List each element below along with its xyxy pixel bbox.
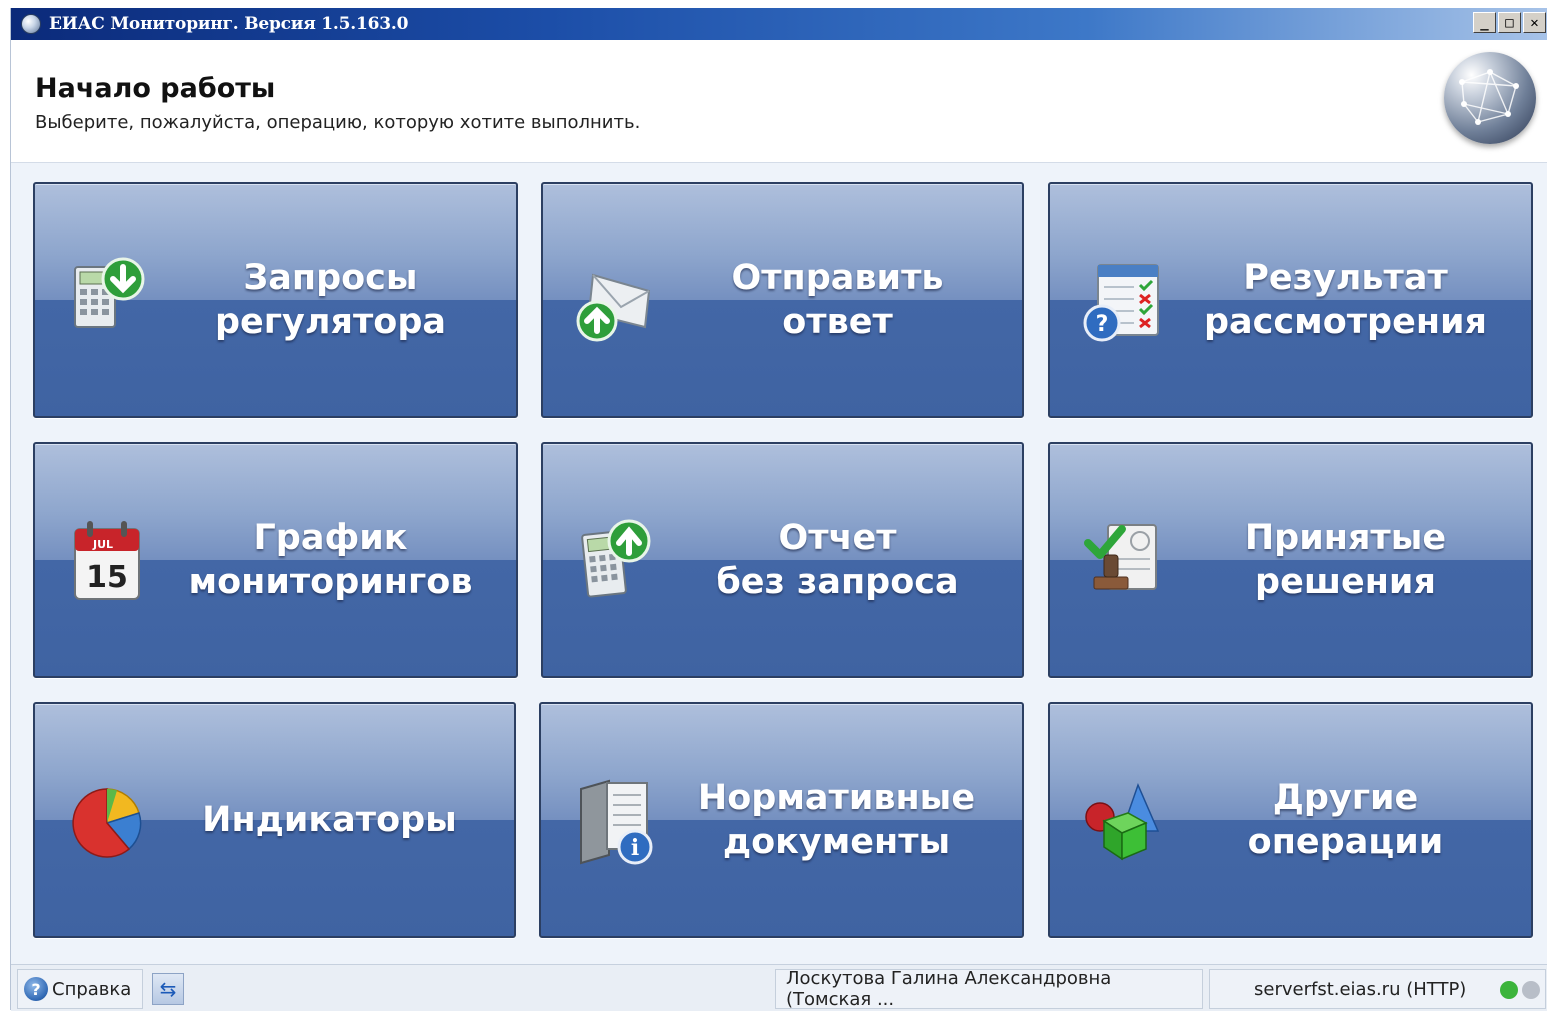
tile-label: Отчет без запроса <box>716 518 959 602</box>
tile-label: Принятые решения <box>1244 518 1447 602</box>
tile-regulatory-documents[interactable]: i Нормативные документы <box>539 702 1024 938</box>
calendar-month: JUL <box>92 538 113 551</box>
tile-monitoring-schedule[interactable]: JUL 15 График мониторингов <box>33 442 518 678</box>
tile-label: Нормативные документы <box>697 778 976 862</box>
tile-label: Отправить ответ <box>731 258 944 342</box>
page-title: Начало работы <box>35 73 276 104</box>
tile-send-response[interactable]: Отправить ответ <box>541 182 1024 418</box>
connection-status-green-icon <box>1500 981 1518 999</box>
svg-text:?: ? <box>1096 312 1109 337</box>
help-icon: ? <box>24 977 48 1001</box>
connection-status-grey-icon <box>1522 981 1540 999</box>
stamp-approved-icon <box>1082 515 1162 605</box>
user-name: Лоскутова Галина Александровна (Томская … <box>786 968 1112 1010</box>
app-globe-icon <box>21 14 41 34</box>
tile-label: Индикаторы <box>202 800 457 840</box>
pie-chart-icon <box>67 775 147 865</box>
minimize-button[interactable]: _ <box>1473 12 1496 33</box>
refresh-arrows-icon: ⇆ <box>159 977 177 1001</box>
main-window: ЕИАС Мониторинг. Версия 1.5.163.0 _ □ ✕ … <box>10 8 1547 1011</box>
window-title: ЕИАС Мониторинг. Версия 1.5.163.0 <box>49 14 409 34</box>
current-user: Лоскутова Галина Александровна (Томская … <box>775 968 1203 1010</box>
server-address: serverfst.eias.ru (HTTP) <box>1254 978 1467 1000</box>
window-controls: _ □ ✕ <box>1473 12 1546 33</box>
envelope-upload-icon <box>575 255 655 345</box>
page-header: Начало работы Выберите, пожалуйста, опер… <box>11 40 1547 163</box>
sync-cell: ⇆ <box>147 969 193 1009</box>
tile-label: Результат рассмотрения <box>1203 258 1488 342</box>
svg-text:i: i <box>631 835 639 861</box>
tile-other-operations[interactable]: Другие операции <box>1048 702 1533 938</box>
checklist-question-icon: ? <box>1082 255 1162 345</box>
close-button[interactable]: ✕ <box>1523 12 1546 33</box>
tile-label: Другие операции <box>1247 778 1444 862</box>
tile-indicators[interactable]: Индикаторы <box>33 702 516 938</box>
help-button[interactable]: ? Справка <box>17 969 143 1009</box>
shapes-icon <box>1082 775 1162 865</box>
tile-label: Запросы регулятора <box>214 258 446 342</box>
sync-button[interactable]: ⇆ <box>152 973 184 1005</box>
status-bar: ? Справка ⇆ Лоскутова Галина Александров… <box>11 964 1547 1011</box>
tile-accepted-decisions[interactable]: Принятые решения <box>1048 442 1533 678</box>
maximize-button[interactable]: □ <box>1498 12 1521 33</box>
page-subtitle: Выберите, пожалуйста, операцию, которую … <box>35 112 641 133</box>
tile-label: График мониторингов <box>188 518 473 602</box>
help-label: Справка <box>52 978 132 1000</box>
calendar-day: 15 <box>86 560 128 595</box>
calculator-download-icon <box>67 255 147 345</box>
tile-review-result[interactable]: ? Результат рассмотрения <box>1048 182 1533 418</box>
server-info: serverfst.eias.ru (HTTP) <box>1209 969 1546 1009</box>
tile-report-without-request[interactable]: Отчет без запроса <box>541 442 1024 678</box>
calculator-upload-icon <box>575 515 655 605</box>
calendar-icon: JUL 15 <box>67 515 147 605</box>
documents-info-icon: i <box>573 775 653 865</box>
globe-logo-icon <box>1444 52 1536 144</box>
tile-regulator-requests[interactable]: Запросы регулятора <box>33 182 518 418</box>
title-bar[interactable]: ЕИАС Мониторинг. Версия 1.5.163.0 _ □ ✕ <box>11 8 1547 40</box>
